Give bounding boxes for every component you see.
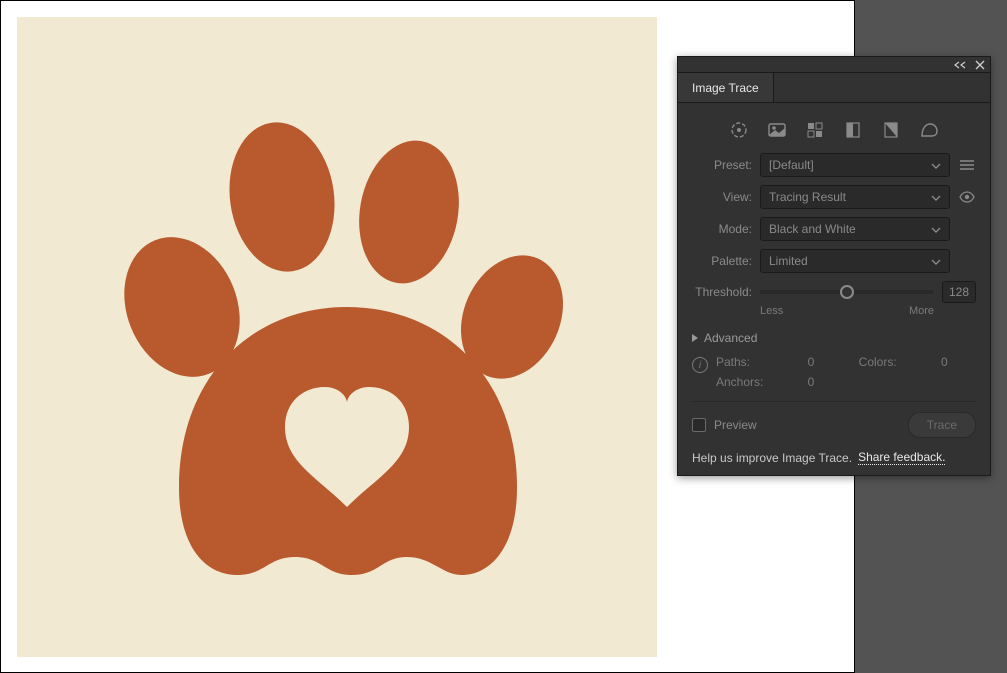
black-white-icon[interactable] [881, 121, 901, 139]
share-feedback-link[interactable]: Share feedback. [858, 450, 945, 465]
triangle-right-icon [692, 334, 698, 342]
chevron-down-icon [931, 190, 941, 204]
threshold-input[interactable]: 128 [942, 281, 976, 303]
mode-select[interactable]: Black and White [760, 217, 950, 241]
grayscale-icon[interactable] [843, 121, 863, 139]
anchors-value: 0 [808, 375, 843, 389]
view-label: View: [692, 190, 752, 204]
info-icon: i [692, 357, 708, 373]
high-color-icon[interactable] [767, 121, 787, 139]
chevron-down-icon [931, 158, 941, 172]
tab-bar: Image Trace [678, 73, 990, 103]
advanced-toggle[interactable]: Advanced [692, 331, 976, 345]
outline-icon[interactable] [919, 121, 939, 139]
chevron-down-icon [931, 222, 941, 236]
preset-menu-icon[interactable] [958, 159, 976, 171]
advanced-label: Advanced [704, 331, 757, 345]
low-color-icon[interactable] [805, 121, 825, 139]
view-select[interactable]: Tracing Result [760, 185, 950, 209]
preview-checkbox[interactable]: Preview [692, 418, 757, 432]
paths-label: Paths: [716, 355, 792, 369]
mode-label: Mode: [692, 222, 752, 236]
preset-select[interactable]: [Default] [760, 153, 950, 177]
collapse-icon[interactable] [950, 58, 970, 72]
paths-value: 0 [808, 355, 843, 369]
feedback-text: Help us improve Image Trace. [692, 451, 852, 465]
threshold-slider[interactable] [760, 283, 934, 301]
preview-label: Preview [714, 418, 757, 432]
preset-label: Preset: [692, 158, 752, 172]
paw-heart-graphic [67, 67, 607, 607]
tab-image-trace[interactable]: Image Trace [678, 73, 774, 102]
mode-value: Black and White [769, 222, 856, 236]
view-value: Tracing Result [769, 190, 846, 204]
threshold-range-labels: Less More [760, 305, 934, 317]
panel-titlebar[interactable] [678, 57, 990, 73]
close-icon[interactable] [970, 58, 990, 72]
feedback-row: Help us improve Image Trace. Share feedb… [692, 450, 976, 465]
threshold-label: Threshold: [692, 285, 752, 299]
preset-icon-row [692, 113, 976, 153]
trace-stats: i Paths: 0 Colors: 0 Anchors: 0 [692, 355, 976, 389]
palette-label: Palette: [692, 254, 752, 268]
palette-select[interactable]: Limited [760, 249, 950, 273]
preset-value: [Default] [769, 158, 814, 172]
auto-color-icon[interactable] [729, 121, 749, 139]
image-trace-panel: Image Trace Preset: [677, 56, 991, 476]
palette-value: Limited [769, 254, 808, 268]
checkbox-box[interactable] [692, 418, 706, 432]
less-label: Less [760, 305, 783, 317]
slider-thumb[interactable] [840, 285, 854, 299]
more-label: More [909, 305, 934, 317]
colors-label: Colors: [859, 355, 925, 369]
artwork-paw-image [17, 17, 657, 657]
chevron-down-icon [931, 254, 941, 268]
trace-button[interactable]: Trace [908, 412, 976, 438]
colors-value: 0 [941, 355, 976, 369]
anchors-label: Anchors: [716, 375, 792, 389]
eye-icon[interactable] [958, 191, 976, 203]
